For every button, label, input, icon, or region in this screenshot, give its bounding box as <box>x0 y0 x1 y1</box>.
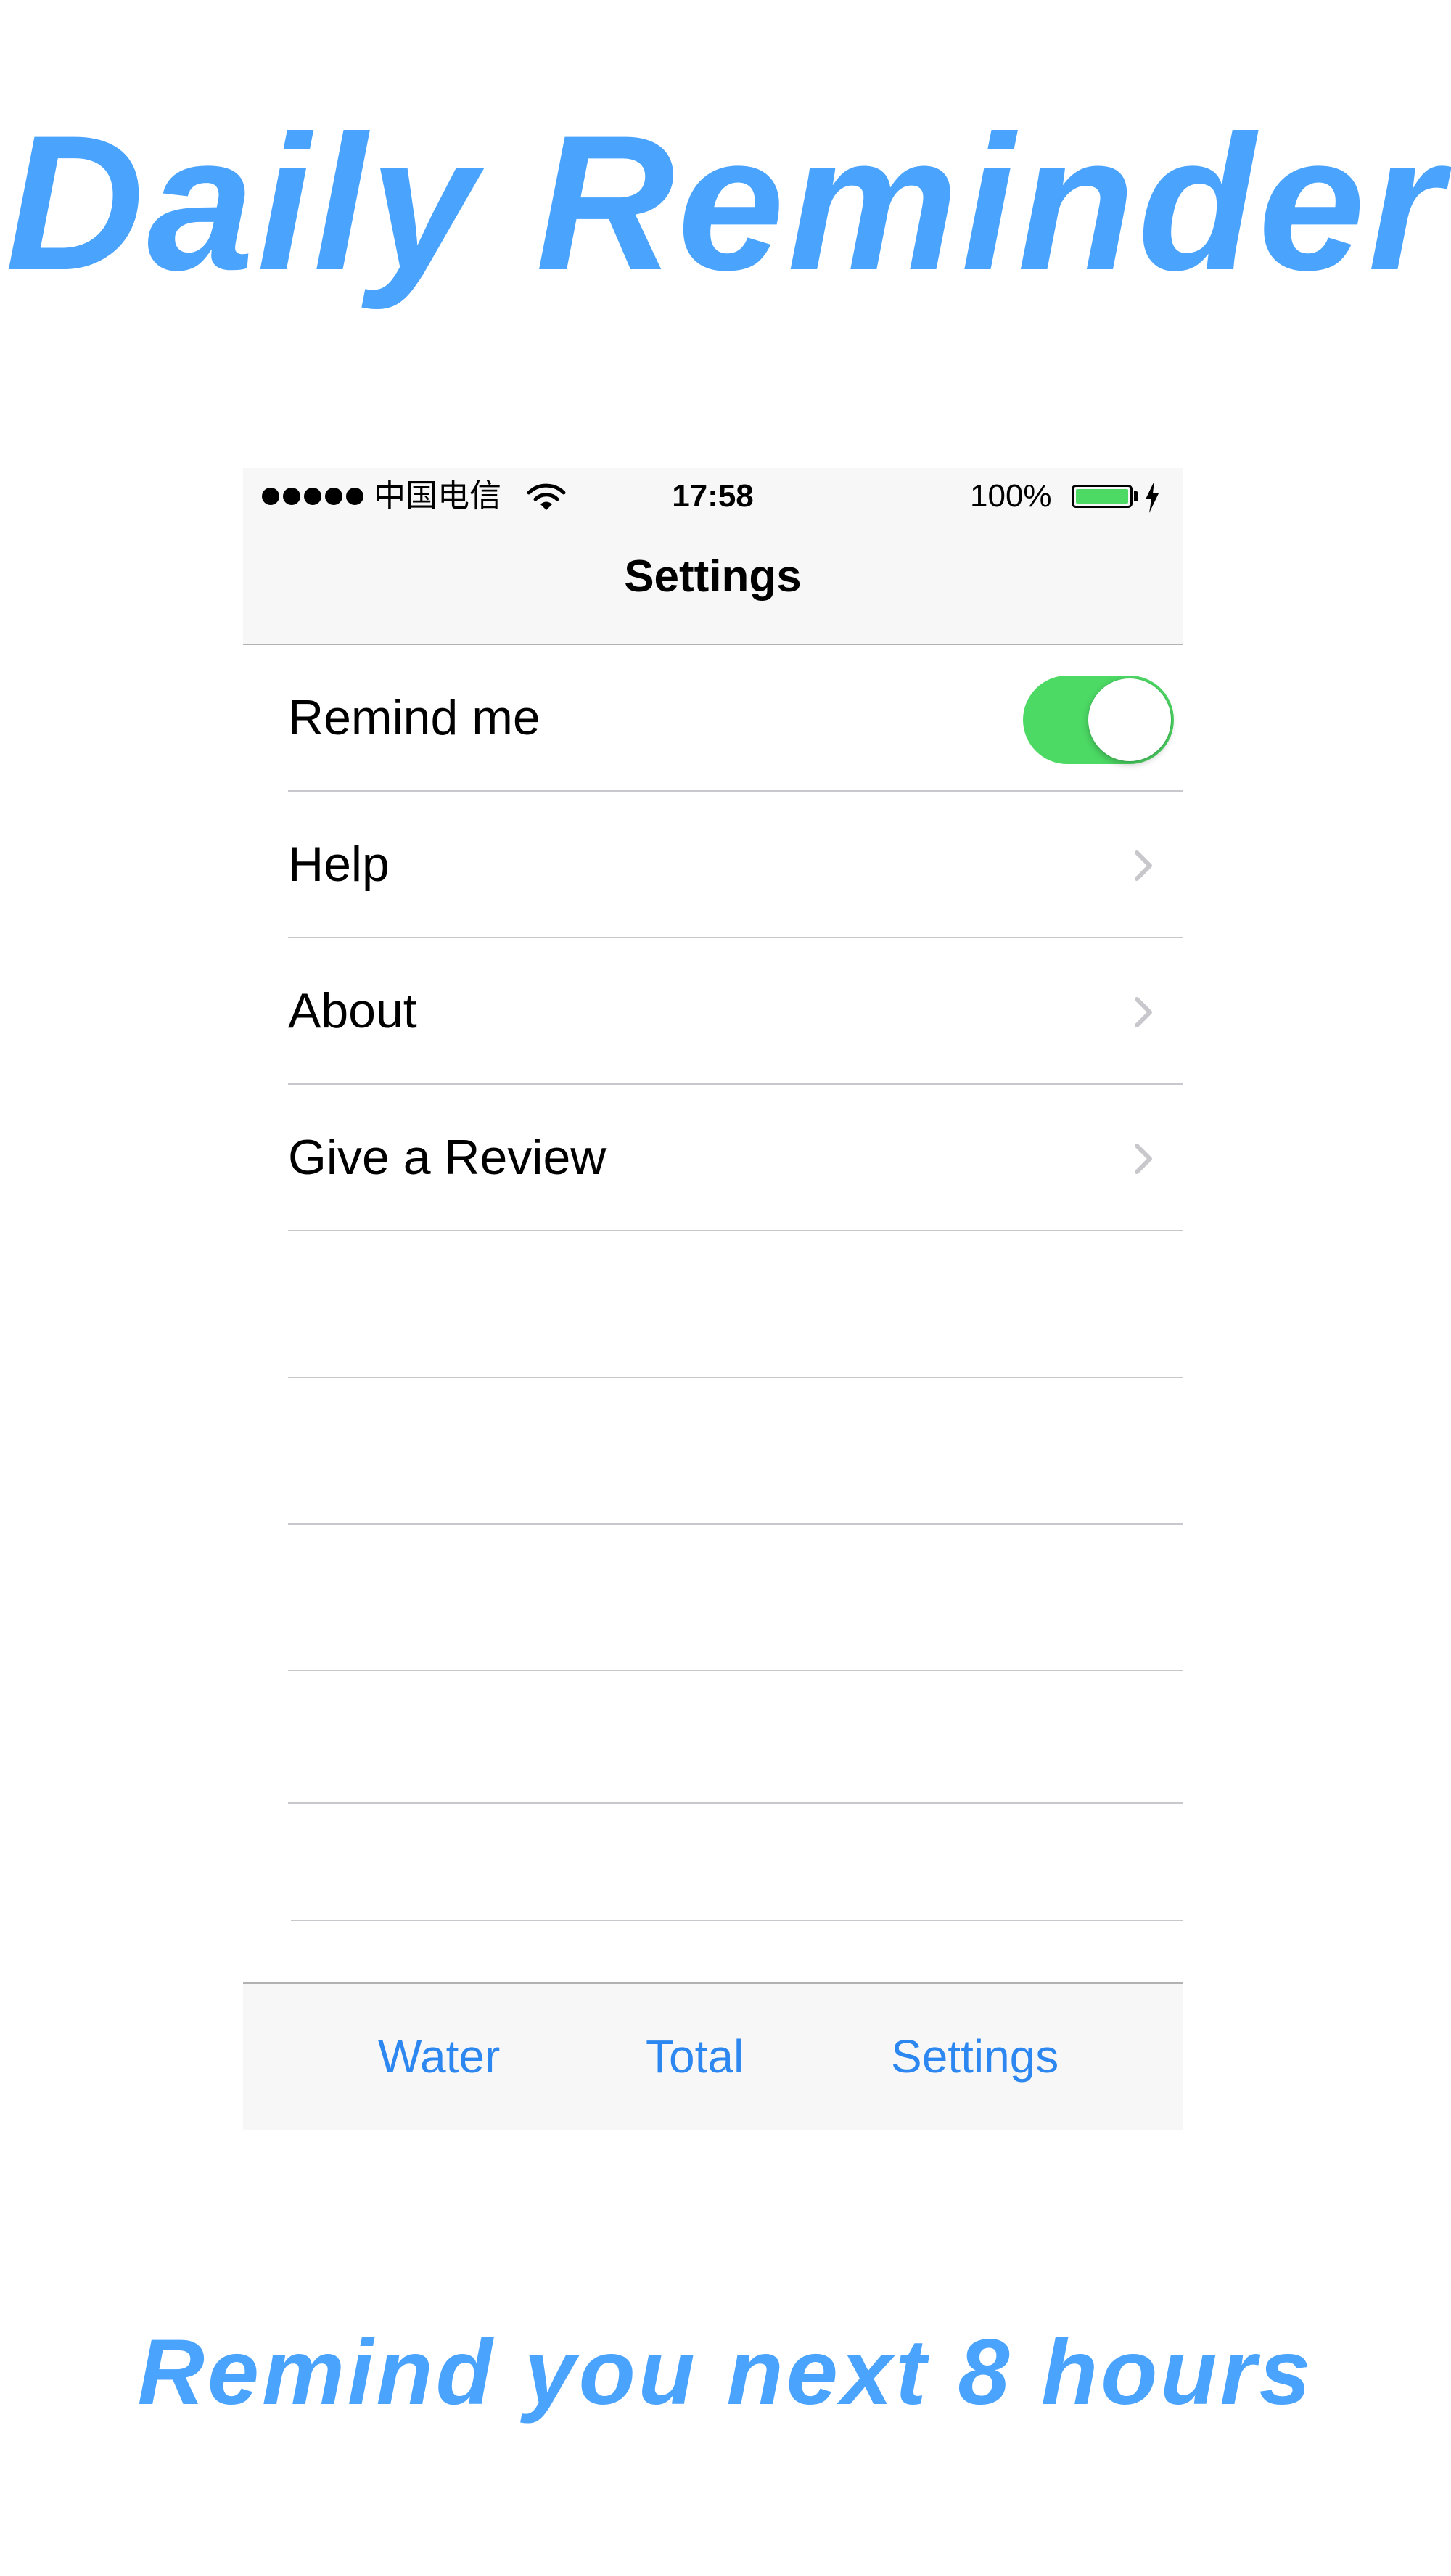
tab-water[interactable]: Water <box>378 1984 500 2129</box>
charging-bolt-icon <box>1146 481 1159 513</box>
toggle-knob <box>1088 678 1171 761</box>
battery-tip <box>1134 491 1138 501</box>
empty-row <box>288 1525 1183 1671</box>
promo-caption: Remind you next 8 hours <box>137 2321 1314 2424</box>
tab-total[interactable]: Total <box>646 1984 744 2129</box>
chevron-right-icon <box>1135 997 1152 1027</box>
status-bar: 中国电信 17:58 100% <box>243 475 1183 519</box>
settings-row-about[interactable]: About <box>288 938 1183 1085</box>
settings-row-help[interactable]: Help <box>288 792 1183 938</box>
remind-me-toggle[interactable] <box>1023 676 1174 764</box>
chevron-right-icon <box>1135 850 1152 881</box>
empty-row <box>288 1671 1183 1804</box>
help-label: Help <box>288 837 390 892</box>
phone-screen: 中国电信 17:58 100% Settings Remind me Help <box>243 468 1183 2130</box>
battery-icon <box>1072 485 1133 508</box>
empty-row <box>288 1231 1183 1378</box>
empty-row <box>291 1804 1183 1921</box>
about-label: About <box>288 983 417 1038</box>
page-title: Settings <box>624 551 802 602</box>
remind-me-row: Remind me <box>288 645 1183 792</box>
promo-title: Daily Reminder <box>5 96 1446 311</box>
give-a-review-label: Give a Review <box>288 1130 607 1185</box>
battery-percent: 100% <box>970 478 1052 514</box>
tab-bar: Water Total Settings <box>243 1982 1183 2130</box>
chevron-right-icon <box>1135 1144 1152 1174</box>
remind-me-label: Remind me <box>288 690 540 745</box>
settings-row-give-a-review[interactable]: Give a Review <box>288 1085 1183 1231</box>
tab-settings[interactable]: Settings <box>891 1984 1059 2129</box>
empty-row <box>288 1378 1183 1525</box>
navigation-header: 中国电信 17:58 100% Settings <box>243 468 1183 645</box>
